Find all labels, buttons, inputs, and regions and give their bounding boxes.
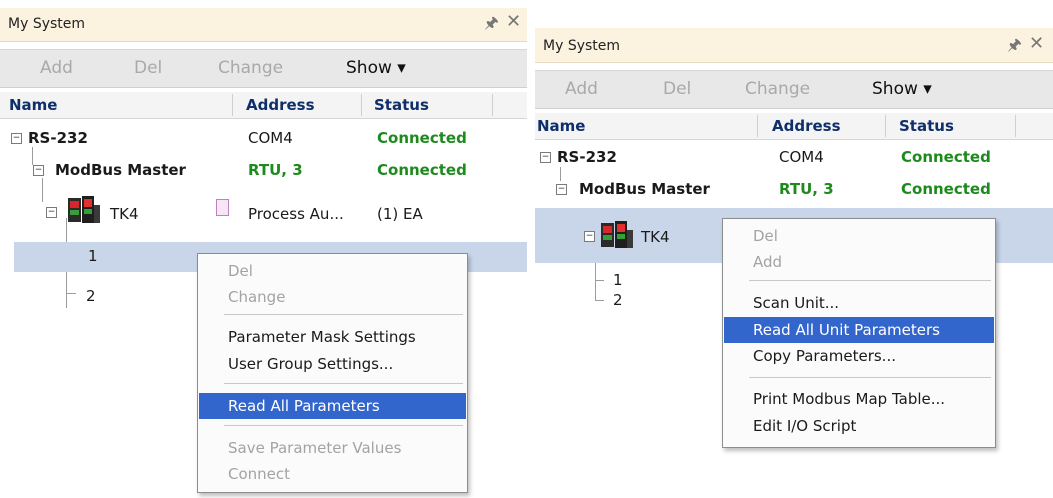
menu-separator [749,280,991,281]
change-button[interactable]: Change [218,58,283,78]
menu-item-parameter-mask-settings[interactable]: Parameter Mask Settings [199,324,466,350]
menu-separator [224,314,463,315]
context-menu-right: Del Add Scan Unit... Read All Unit Param… [722,218,996,448]
collapse-icon[interactable]: − [46,207,57,218]
tree-node-label: 1 [88,247,98,265]
show-dropdown[interactable]: Show ▾ [346,58,406,78]
parameter-sheet-icon [216,199,229,216]
pin-icon[interactable]: 🖈︎ [484,12,499,39]
column-header: Name Address Status [0,92,527,119]
menu-item-read-all-unit-parameters[interactable]: Read All Unit Parameters [724,317,994,343]
controller-device-icon [68,196,100,223]
menu-item-read-all-parameters[interactable]: Read All Parameters [199,393,466,419]
menu-item-add[interactable]: Add [724,249,994,275]
tree-node-label: ModBus Master [55,161,186,179]
status-cell: (1) EA [377,205,423,223]
status-cell: Connected [377,129,467,147]
toolbar: Add Del Change Show ▾ [535,70,1053,109]
menu-separator [224,425,463,426]
column-divider[interactable] [232,94,233,116]
menu-separator [224,383,463,384]
show-dropdown[interactable]: Show ▾ [872,79,932,99]
tree-row-rs232[interactable]: − RS-232 COM4 Connected [535,143,1053,173]
tree-row-modbus-master[interactable]: − ModBus Master RTU, 3 Connected [0,156,527,186]
tree-node-label: RS-232 [28,129,88,147]
close-icon[interactable]: ✕ [506,11,521,32]
address-cell: RTU, 3 [779,180,834,198]
menu-item-connect[interactable]: Connect [199,461,466,487]
column-name[interactable]: Name [9,96,57,114]
column-status[interactable]: Status [899,117,954,135]
tree-node-label: TK4 [641,228,670,246]
change-button[interactable]: Change [745,79,810,99]
tree-node-label: RS-232 [557,148,617,166]
panel-title: My System [8,16,86,32]
tree-row-tk4[interactable]: − TK4 Process Au... (1) EA [0,195,527,231]
status-cell: Connected [377,161,467,179]
menu-item-scan-unit[interactable]: Scan Unit... [724,290,994,316]
controller-device-icon [601,221,633,248]
collapse-icon[interactable]: − [11,133,22,144]
column-divider[interactable] [885,115,886,137]
column-divider[interactable] [361,94,362,116]
del-button[interactable]: Del [134,58,162,78]
collapse-icon[interactable]: − [556,184,567,195]
menu-item-change[interactable]: Change [199,284,466,310]
menu-item-print-modbus-map-table[interactable]: Print Modbus Map Table... [724,386,994,412]
panel-titlebar: My System 🖈︎ ✕ [535,28,1053,63]
del-button[interactable]: Del [663,79,691,99]
collapse-icon[interactable]: − [33,165,44,176]
panel-title: My System [543,38,621,54]
tree-node-label: TK4 [110,205,139,223]
add-button[interactable]: Add [40,58,73,78]
address-cell: COM4 [248,129,293,147]
menu-item-del[interactable]: Del [199,258,466,284]
status-cell: Connected [901,180,991,198]
column-name[interactable]: Name [537,117,585,135]
pin-icon[interactable]: 🖈︎ [1007,34,1022,61]
toolbar: Add Del Change Show ▾ [0,49,527,88]
collapse-icon[interactable]: − [584,231,595,242]
address-cell: RTU, 3 [248,161,303,179]
column-divider[interactable] [1015,115,1016,137]
menu-separator [749,377,991,378]
close-icon[interactable]: ✕ [1029,33,1044,54]
column-address[interactable]: Address [772,117,841,135]
column-header: Name Address Status [535,113,1053,140]
tree-node-label: ModBus Master [579,180,710,198]
address-cell: COM4 [779,148,824,166]
column-status[interactable]: Status [374,96,429,114]
column-divider[interactable] [492,94,493,116]
tree-node-label: 2 [86,287,96,305]
tree-node-label: 2 [613,291,623,309]
menu-item-copy-parameters[interactable]: Copy Parameters... [724,343,994,369]
column-address[interactable]: Address [246,96,315,114]
context-menu-left: Del Change Parameter Mask Settings User … [197,253,468,493]
panel-titlebar: My System 🖈︎ ✕ [0,8,527,42]
column-divider[interactable] [757,115,758,137]
menu-item-user-group-settings[interactable]: User Group Settings... [199,351,466,377]
tree-row-rs232[interactable]: − RS-232 COM4 Connected [0,124,527,154]
address-cell: Process Au... [248,205,344,223]
status-cell: Connected [901,148,991,166]
collapse-icon[interactable]: − [540,152,551,163]
add-button[interactable]: Add [565,79,598,99]
tree-row-modbus-master[interactable]: − ModBus Master RTU, 3 Connected [535,175,1053,205]
menu-item-del[interactable]: Del [724,223,994,249]
menu-item-edit-io-script[interactable]: Edit I/O Script [724,413,994,439]
menu-item-save-parameter-values[interactable]: Save Parameter Values [199,435,466,461]
